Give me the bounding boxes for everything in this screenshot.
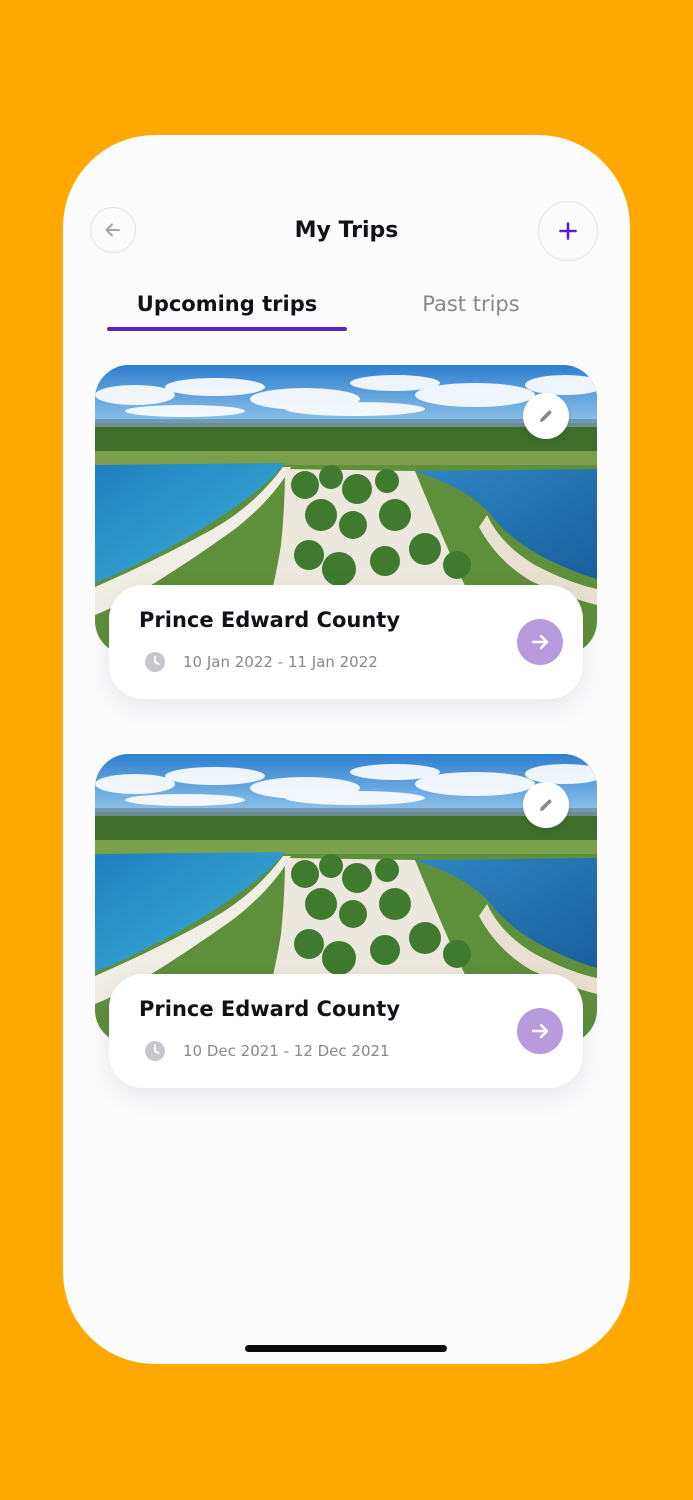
arrow-right-icon	[531, 1023, 549, 1039]
phone-screen: My Trips Upcoming trips Past trips Princ…	[63, 135, 630, 1364]
trip-card[interactable]: Prince Edward County 10 Jan 2022 - 11 Ja…	[95, 365, 597, 705]
trip-dates: 10 Jan 2022 - 11 Jan 2022	[183, 653, 378, 671]
trip-name: Prince Edward County	[139, 608, 401, 632]
plus-icon	[559, 222, 577, 240]
home-indicator[interactable]	[245, 1345, 447, 1352]
edit-trip-button[interactable]	[523, 393, 569, 439]
trip-card[interactable]: Prince Edward County 10 Dec 2021 - 12 De…	[95, 754, 597, 1094]
arrow-right-icon	[531, 634, 549, 650]
active-tab-indicator	[107, 327, 347, 331]
clock-icon	[145, 652, 165, 672]
open-trip-button[interactable]	[517, 1008, 563, 1054]
open-trip-button[interactable]	[517, 619, 563, 665]
tab-past-trips[interactable]: Past trips	[371, 289, 571, 319]
trip-info-panel: Prince Edward County 10 Dec 2021 - 12 De…	[109, 974, 583, 1088]
trip-dates: 10 Dec 2021 - 12 Dec 2021	[183, 1042, 390, 1060]
tab-upcoming-trips[interactable]: Upcoming trips	[107, 289, 347, 319]
add-trip-button[interactable]	[538, 201, 598, 261]
edit-trip-button[interactable]	[523, 782, 569, 828]
trip-info-panel: Prince Edward County 10 Jan 2022 - 11 Ja…	[109, 585, 583, 699]
pencil-icon	[540, 410, 552, 422]
trip-name: Prince Edward County	[139, 997, 401, 1021]
clock-icon	[145, 1041, 165, 1061]
pencil-icon	[540, 799, 552, 811]
